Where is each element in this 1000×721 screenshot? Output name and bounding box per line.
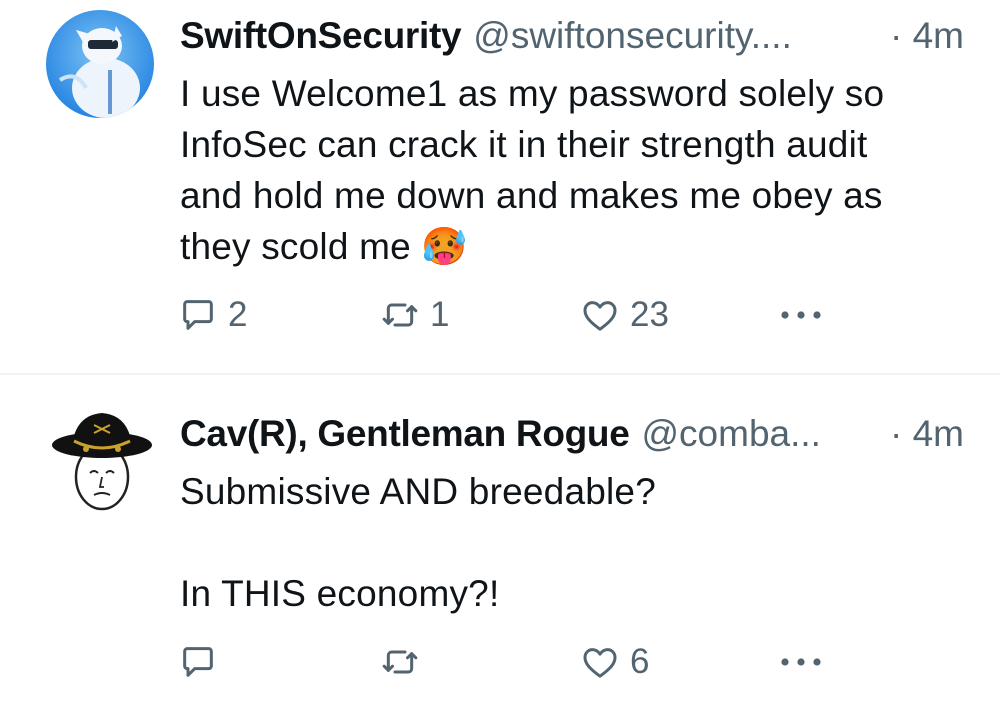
tweet-header: SwiftOnSecurity @swiftonsecurity.... · 4… [180, 12, 964, 60]
retweet-button[interactable] [380, 640, 430, 684]
like-button[interactable]: 6 [580, 640, 649, 684]
reply-count: 2 [228, 295, 248, 334]
display-name[interactable]: Cav(R), Gentleman Rogue [180, 413, 630, 455]
timestamp[interactable]: · 4m [890, 15, 964, 57]
more-options-button[interactable] [777, 640, 827, 684]
user-handle[interactable]: @swiftonsecurity.... [473, 15, 792, 57]
avatar[interactable] [46, 10, 154, 118]
reply-icon [178, 295, 218, 335]
more-dots-icon [777, 305, 827, 325]
reply-icon [178, 642, 218, 682]
tweet-text: I use Welcome1 as my password solely so … [180, 68, 970, 272]
tweet-text: Submissive AND breedable? In THIS econom… [180, 471, 656, 614]
tweet-header: Cav(R), Gentleman Rogue @comba... · 4m [180, 410, 964, 458]
heart-icon [580, 295, 620, 335]
retweet-icon [380, 642, 420, 682]
tweet-actions: 2 1 23 [0, 293, 1000, 337]
user-handle[interactable]: @comba... [642, 413, 821, 455]
like-button[interactable]: 23 [580, 293, 669, 337]
retweet-icon [380, 295, 420, 335]
hot-face-emoji: 🥵 [421, 226, 468, 267]
tweet[interactable]: SwiftOnSecurity @swiftonsecurity.... · 4… [0, 0, 1000, 373]
like-count: 6 [630, 642, 650, 681]
more-dots-icon [777, 652, 827, 672]
tweet[interactable]: Cav(R), Gentleman Rogue @comba... · 4m S… [0, 375, 1000, 721]
more-options-button[interactable] [777, 293, 827, 337]
retweet-button[interactable]: 1 [380, 293, 449, 337]
heart-icon [580, 642, 620, 682]
reply-button[interactable] [178, 640, 228, 684]
tweet-actions: 6 [0, 640, 1000, 684]
retweet-count: 1 [430, 295, 450, 334]
reply-button[interactable]: 2 [178, 293, 247, 337]
like-count: 23 [630, 295, 669, 334]
timestamp[interactable]: · 4m [890, 413, 964, 455]
avatar[interactable] [46, 405, 154, 513]
display-name[interactable]: SwiftOnSecurity [180, 15, 462, 57]
tweet-text-content: I use Welcome1 as my password solely so … [180, 73, 885, 267]
